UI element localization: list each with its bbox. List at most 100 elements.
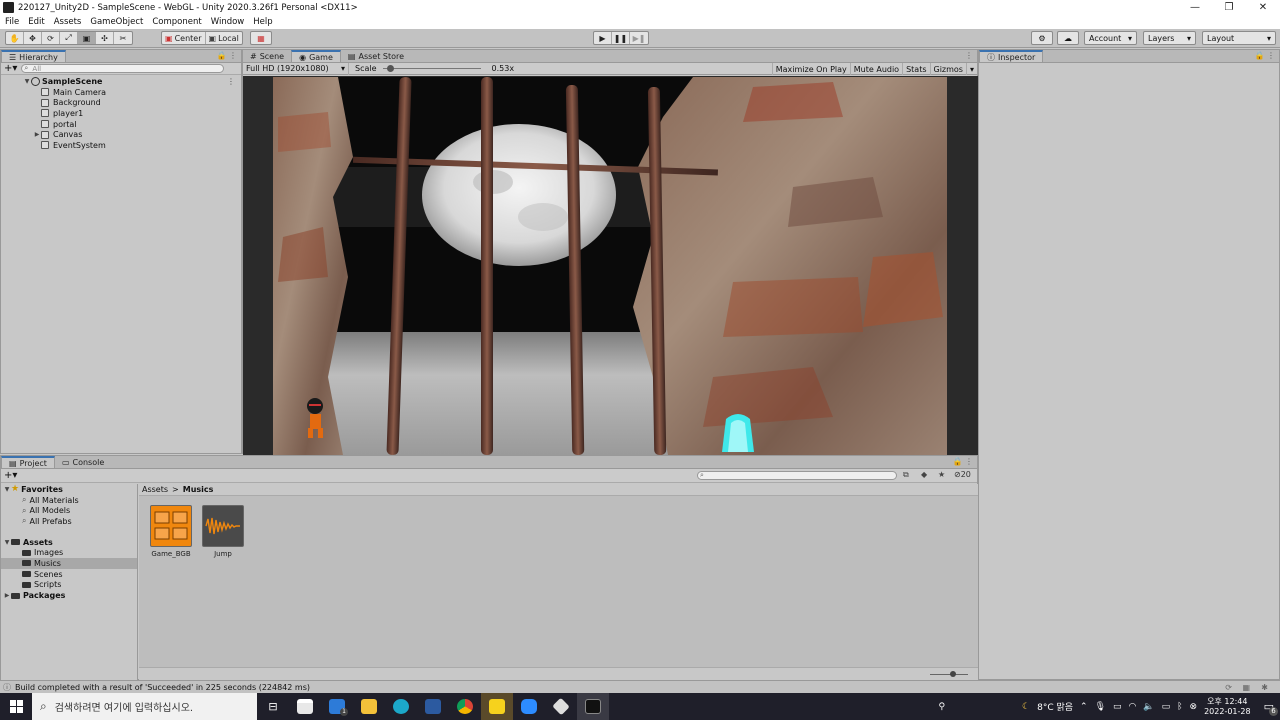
bluetooth-icon[interactable]: ᛒ (1177, 702, 1182, 712)
cloud-button[interactable]: ☁ (1057, 31, 1079, 45)
tab-inspector[interactable]: ⓘ Inspector (979, 50, 1044, 62)
favorite-star-icon[interactable]: ★ (938, 470, 945, 479)
chrome-app[interactable] (449, 693, 481, 720)
play-button[interactable]: ▶ (594, 32, 612, 44)
unity-hub-app[interactable] (545, 693, 577, 720)
rotate-tool-icon[interactable]: ⟳ (42, 32, 60, 44)
debug-icon[interactable]: ✱ (1261, 683, 1268, 692)
volume-icon[interactable]: 🔈 (1143, 702, 1154, 712)
pause-button[interactable]: ❚❚ (612, 32, 630, 44)
scale-tool-icon[interactable]: ⤢ (60, 32, 78, 44)
asset-item[interactable]: Jump (202, 505, 244, 558)
breadcrumb-current[interactable]: Musics (183, 485, 214, 494)
hand-tool-icon[interactable]: ✋ (6, 32, 24, 44)
build-progress-icon[interactable]: ▦ (1242, 683, 1250, 692)
battery-icon[interactable]: ▭ (1162, 702, 1171, 712)
resolution-dropdown[interactable]: Full HD (1920x1080) ▾ (243, 62, 349, 75)
menu-edit[interactable]: Edit (28, 17, 44, 27)
menu-assets[interactable]: Assets (54, 17, 82, 27)
favorite-item[interactable]: ⌕ All Models (1, 505, 137, 516)
icon-size-slider-thumb[interactable] (950, 671, 956, 677)
expand-arrow-icon[interactable]: ▼ (3, 539, 11, 546)
hierarchy-item[interactable]: portal (1, 119, 241, 130)
expand-arrow-icon[interactable]: ▶ (33, 131, 41, 138)
pivot-center-button[interactable]: ▣ Center (162, 32, 206, 44)
hidden-packages-toggle[interactable]: ⊘20 (954, 470, 971, 479)
menu-help[interactable]: Help (253, 17, 272, 27)
icon-size-slider[interactable] (930, 671, 968, 677)
favorite-item[interactable]: ⌕ All Prefabs (1, 516, 137, 527)
menu-file[interactable]: File (5, 17, 19, 27)
expand-arrow-icon[interactable]: ▼ (3, 486, 11, 493)
tab-console[interactable]: ▭ Console (55, 456, 111, 468)
panel-menu-icon[interactable]: 🔒 ⋮ (216, 51, 237, 60)
tab-scene[interactable]: # Scene (243, 50, 291, 62)
expand-arrow-icon[interactable]: ▼ (23, 78, 31, 85)
task-view-button[interactable]: ⊟ (257, 693, 289, 720)
menu-component[interactable]: Component (152, 17, 201, 27)
zoom-app[interactable] (513, 693, 545, 720)
layers-dropdown[interactable]: Layers ▾ (1143, 31, 1196, 45)
network-icon[interactable]: ▭ (1113, 702, 1122, 712)
scale-slider-thumb[interactable] (387, 65, 395, 72)
mail-app[interactable]: 1 (321, 693, 353, 720)
create-button[interactable]: +▾ (4, 63, 17, 74)
people-icon[interactable]: ⚲ (938, 702, 945, 712)
gizmos-dropdown[interactable]: ▾ (967, 63, 977, 75)
transform-tool-icon[interactable]: ✣ (96, 32, 114, 44)
file-explorer-app[interactable] (353, 693, 385, 720)
scene-menu-icon[interactable]: ⋮ (227, 77, 235, 86)
game-viewport[interactable] (243, 76, 978, 455)
packages-group[interactable]: ▶ Packages (1, 590, 137, 601)
expand-arrow-icon[interactable]: ▶ (3, 592, 11, 599)
rect-tool-icon[interactable]: ▣ (78, 32, 96, 44)
move-tool-icon[interactable]: ✥ (24, 32, 42, 44)
gizmos-toggle[interactable]: Gizmos (931, 63, 967, 75)
unity-editor-app[interactable] (577, 693, 609, 720)
step-button[interactable]: ▶❚ (630, 32, 648, 44)
breadcrumb-root[interactable]: Assets (142, 485, 168, 494)
assets-group[interactable]: ▼ Assets (1, 537, 137, 548)
favorite-item[interactable]: ⌕ All Materials (1, 495, 137, 506)
scale-slider[interactable] (382, 65, 481, 72)
panel-menu-icon[interactable]: ⋮ (965, 51, 973, 60)
mute-audio-toggle[interactable]: Mute Audio (851, 63, 904, 75)
hierarchy-item[interactable]: ▶ Canvas (1, 129, 241, 140)
microphone-icon[interactable]: 🎙 (1095, 702, 1106, 712)
folder-item[interactable]: Scripts (1, 580, 137, 591)
filter-type-icon[interactable]: ⧉ (903, 470, 909, 480)
hierarchy-item[interactable]: EventSystem (1, 140, 241, 151)
status-message[interactable]: Build completed with a result of 'Succee… (15, 683, 310, 692)
folder-item[interactable]: Scenes (1, 569, 137, 580)
store-app[interactable] (289, 693, 321, 720)
notification-center-button[interactable]: ▭ 6 (1264, 700, 1278, 716)
menu-gameobject[interactable]: GameObject (90, 17, 143, 27)
hierarchy-item[interactable]: Background (1, 97, 241, 108)
menu-window[interactable]: Window (211, 17, 245, 27)
taskbar-clock[interactable]: 오후 12:44 2022-01-28 (1204, 697, 1251, 717)
hierarchy-search-input[interactable]: ⌕ All (21, 64, 225, 73)
asset-item[interactable]: Game_BGB (150, 505, 192, 558)
favorites-group[interactable]: ▼ ★ Favorites (1, 484, 137, 495)
filter-label-icon[interactable]: ◆ (921, 470, 927, 479)
scene-root[interactable]: ▼ SampleScene ⋮ (1, 76, 241, 87)
project-search-input[interactable]: ⌕ (697, 471, 897, 480)
weather-text[interactable]: 8°C 맑음 (1037, 700, 1073, 713)
tab-hierarchy[interactable]: ☰ Hierarchy (1, 50, 66, 62)
layout-dropdown[interactable]: Layout ▾ (1202, 31, 1276, 45)
grid-snap-button[interactable]: ▦ (250, 31, 272, 45)
collab-button[interactable]: ⚙ (1031, 31, 1053, 45)
sticky-notes-app[interactable] (481, 693, 513, 720)
start-button[interactable] (0, 693, 32, 720)
edge-app[interactable] (385, 693, 417, 720)
maximize-on-play-toggle[interactable]: Maximize On Play (771, 63, 851, 75)
hierarchy-item[interactable]: Main Camera (1, 87, 241, 98)
wifi-icon[interactable]: ◠ (1129, 702, 1137, 712)
maximize-button[interactable]: ❐ (1212, 0, 1246, 15)
folder-item[interactable]: Musics (1, 558, 137, 569)
chevron-up-icon[interactable]: ⌃ (1080, 702, 1088, 712)
create-asset-button[interactable]: +▾ (4, 470, 17, 481)
folder-item[interactable]: Images (1, 547, 137, 558)
panel-menu-icon[interactable]: 🔒 ⋮ (952, 457, 973, 466)
tab-game[interactable]: ◉ Game (291, 50, 341, 62)
